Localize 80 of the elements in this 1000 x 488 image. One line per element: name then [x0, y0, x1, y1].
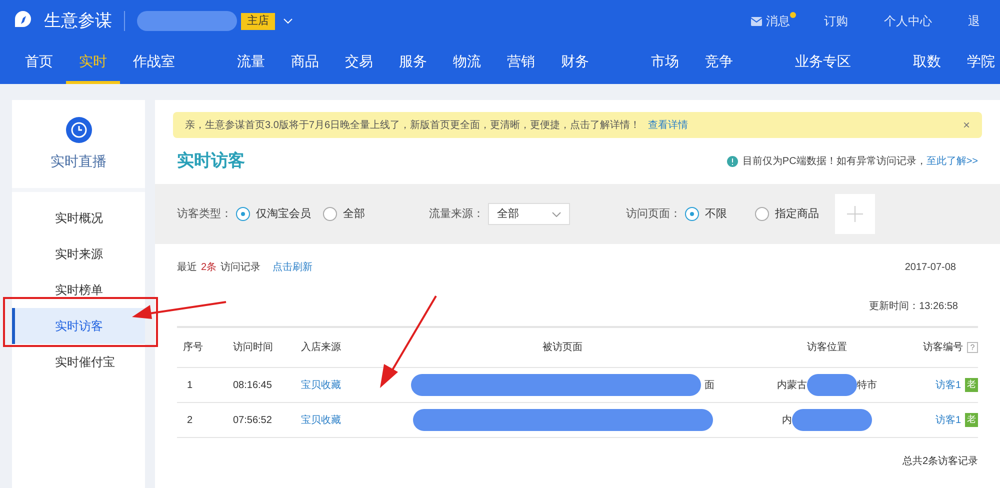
source-link[interactable]: 宝贝收藏	[293, 412, 373, 428]
nav-tab[interactable]: 商品	[278, 42, 332, 84]
clock-icon	[66, 116, 92, 142]
records-label: 访问记录	[220, 260, 261, 275]
table-cell-text: 内	[782, 414, 792, 428]
redaction-mark	[807, 374, 857, 396]
plus-icon	[847, 206, 863, 222]
radio-label: 指定商品	[775, 206, 819, 222]
page-title: 实时访客	[177, 150, 245, 172]
header-link[interactable]: 个人中心	[884, 12, 932, 30]
radio-label: 仅淘宝会员	[256, 206, 311, 222]
sidebar-item[interactable]: 实时榜单	[12, 272, 145, 308]
header-link[interactable]: 订购	[824, 12, 848, 30]
sidebar-title: 实时直播	[50, 152, 106, 170]
sidebar-item[interactable]: 实时催付宝	[12, 344, 145, 380]
radio-button[interactable]	[236, 207, 250, 221]
help-icon[interactable]: ?	[967, 342, 978, 353]
table-cell-text: 特市	[857, 378, 877, 392]
nav-tab[interactable]: 实时	[66, 42, 120, 84]
info-icon	[727, 156, 738, 166]
table-cell-text: 面	[704, 378, 714, 392]
column-header: 访客编号	[923, 340, 963, 355]
nav-tab[interactable]: 业务专区	[782, 42, 864, 84]
column-header: 序号	[183, 340, 203, 355]
nav-tab[interactable]: 取数	[900, 42, 954, 84]
nav-tab[interactable]: 流量	[224, 42, 278, 84]
visitor-link[interactable]: 访客1	[935, 378, 961, 392]
column-header: 访问时间	[233, 340, 273, 355]
records-label: 最近	[177, 260, 197, 275]
filter-label: 访客类型：	[177, 206, 232, 222]
column-header: 入店来源	[301, 340, 341, 355]
update-time: 更新时间：13:26:58	[869, 300, 958, 314]
close-button[interactable]: ×	[962, 116, 970, 134]
notice-link[interactable]: 查看详情	[648, 118, 688, 132]
brand-name: 生意参谋	[44, 10, 112, 32]
nav-tab[interactable]: 市场	[638, 42, 692, 84]
radio-button[interactable]	[755, 207, 769, 221]
nav-tab[interactable]: 作战室	[120, 42, 188, 84]
chevron-down-icon	[552, 212, 561, 216]
returning-badge: 老	[965, 378, 978, 392]
header-link[interactable]: 消息	[766, 12, 790, 30]
radio-button[interactable]	[323, 207, 337, 221]
nav-tab[interactable]: 学院	[954, 42, 1000, 84]
radio-label: 不限	[705, 206, 727, 222]
radio-label: 全部	[343, 206, 365, 222]
source-link[interactable]: 宝贝收藏	[293, 378, 373, 392]
radio-button[interactable]	[685, 207, 699, 221]
sidebar-item[interactable]: 实时概况	[12, 200, 145, 236]
chevron-down-icon[interactable]	[283, 18, 293, 24]
info-text: 目前仅为PC端数据！如有异常访问记录，	[742, 154, 926, 168]
nav-tab[interactable]: 首页	[12, 42, 66, 84]
records-count: 2条	[201, 261, 217, 275]
table-cell-text: 08:16:45	[232, 378, 273, 392]
nav-tab[interactable]: 服务	[386, 42, 440, 84]
table-cell-text: 内蒙古	[777, 378, 807, 392]
nav-tab[interactable]: 交易	[332, 42, 386, 84]
table-cell-text: 2	[186, 414, 194, 428]
nav-tab[interactable]: 营销	[494, 42, 548, 84]
total-text: 总共2条访客记录	[902, 454, 978, 469]
sidebar-item[interactable]: 实时访客	[12, 308, 145, 344]
visitor-link[interactable]: 访客1	[935, 412, 961, 428]
column-header: 被访页面	[542, 340, 582, 355]
mail-icon	[751, 16, 762, 26]
column-header: 访客位置	[807, 340, 847, 355]
filter-label: 访问页面：	[626, 206, 681, 222]
nav-tab[interactable]: 竞争	[692, 42, 746, 84]
header-link[interactable]: 退	[968, 12, 980, 30]
date-text: 2017-07-08	[904, 261, 956, 275]
notice-text: 亲，生意参谋首页3.0版将于7月6日晚全量上线了，新版首页更全面，更清晰，更便捷，点击了解详情！	[185, 118, 640, 132]
table-cell-text: 1	[186, 378, 194, 392]
sidebar-item[interactable]: 实时来源	[12, 236, 145, 272]
info-link[interactable]: 至此了解>>	[926, 154, 978, 168]
shop-badge: 主店	[241, 12, 275, 30]
refresh-link[interactable]: 点击刷新	[272, 260, 313, 275]
nav-tab[interactable]: 财务	[548, 42, 602, 84]
filter-label: 流量来源：	[429, 206, 484, 222]
source-dropdown[interactable]: 全部	[488, 203, 570, 225]
table-cell-text: 07:56:52	[232, 414, 273, 428]
returning-badge: 老	[965, 413, 978, 427]
nav-tab[interactable]: 物流	[440, 42, 494, 84]
